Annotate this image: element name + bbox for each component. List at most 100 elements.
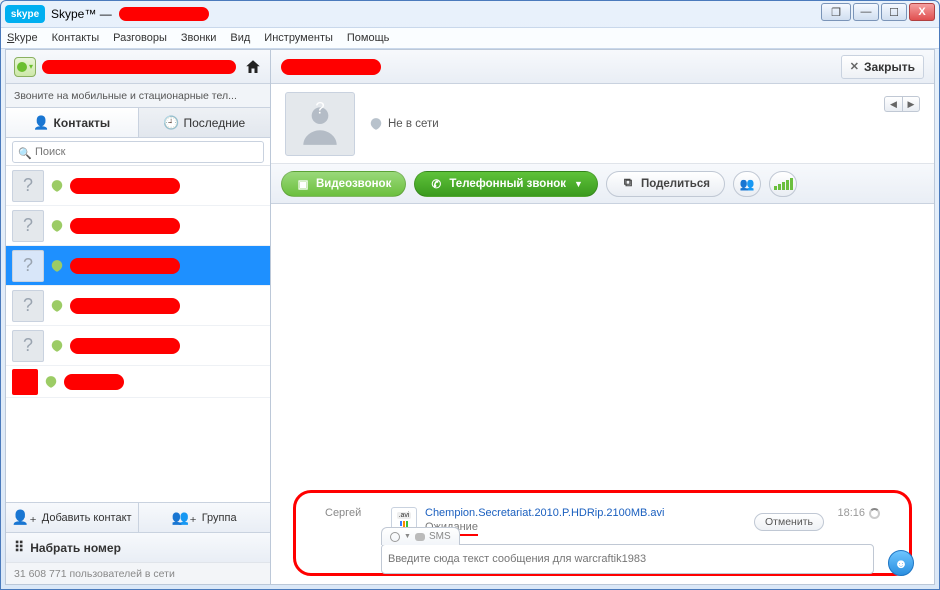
call-toolbar: ▣ Видеозвонок ✆ Телефонный звонок ▼ ⧉ По… bbox=[271, 164, 934, 204]
add-people-button[interactable]: 👥 bbox=[733, 171, 761, 197]
home-icon[interactable] bbox=[244, 58, 262, 76]
promo-banner[interactable]: Звоните на мобильные и стационарные тел.… bbox=[6, 84, 270, 108]
group-icon: 👥 bbox=[740, 177, 755, 191]
menu-help[interactable]: Помощь bbox=[347, 32, 390, 44]
menu-contacts[interactable]: Контакты bbox=[52, 32, 100, 44]
sidebar-tabs: 👤 Контакты 🕘 Последние bbox=[6, 108, 270, 138]
menu-view[interactable]: Вид bbox=[230, 32, 250, 44]
avatar: ? bbox=[12, 290, 44, 322]
app-window: skype Skype™ — ❐ — ☐ X SSkypekype Контак… bbox=[0, 0, 940, 590]
sms-bubble-icon bbox=[415, 533, 425, 541]
avatar: ? bbox=[12, 250, 44, 282]
contact-name-redacted bbox=[70, 298, 180, 314]
status-line: Не в сети bbox=[369, 117, 439, 131]
window-restore-alt-button[interactable]: ❐ bbox=[821, 3, 851, 21]
sidebar-header bbox=[6, 50, 270, 84]
list-item[interactable]: ? bbox=[6, 326, 270, 366]
titlebar: skype Skype™ — ❐ — ☐ X bbox=[1, 1, 939, 27]
presence-icon bbox=[50, 219, 64, 233]
share-button[interactable]: ⧉ Поделиться bbox=[606, 171, 725, 197]
signal-bars-icon bbox=[774, 178, 793, 190]
contact-name-redacted bbox=[70, 338, 180, 354]
video-call-button[interactable]: ▣ Видеозвонок bbox=[281, 171, 406, 197]
dialpad-icon: ⠿ bbox=[14, 539, 24, 556]
contact-name-redacted bbox=[64, 374, 124, 390]
list-item[interactable]: ? bbox=[6, 286, 270, 326]
presence-icon bbox=[50, 339, 64, 353]
window-minimize-button[interactable]: — bbox=[853, 3, 879, 21]
self-name-redacted bbox=[42, 60, 236, 74]
add-contact-button[interactable]: 👤₊ Добавить контакт bbox=[6, 503, 139, 532]
message-input-row: ▼ SMS ☻ bbox=[381, 544, 874, 578]
window-close-button[interactable]: X bbox=[909, 3, 935, 21]
file-info: Chempion.Secretariat.2010.P.HDRip.2100MB… bbox=[425, 507, 754, 536]
tab-contacts[interactable]: 👤 Контакты bbox=[6, 108, 139, 137]
chevron-down-icon: ▼ bbox=[574, 179, 583, 189]
call-quality-button[interactable] bbox=[769, 171, 797, 197]
input-mode-tab[interactable]: ▼ SMS bbox=[381, 527, 460, 545]
conversation-body: Сергей .avi Chempion.Secretariat.2010.P.… bbox=[271, 204, 934, 584]
avatar: ? bbox=[12, 170, 44, 202]
dialpad-button[interactable]: ⠿ Набрать номер bbox=[6, 532, 270, 562]
list-item[interactable]: ? bbox=[6, 166, 270, 206]
clock-icon bbox=[390, 532, 400, 542]
profile-row: ? Не в сети ◀ ▶ bbox=[271, 84, 934, 164]
phone-icon: ✆ bbox=[429, 177, 443, 191]
conversation-panel: Закрыть ? Не в сети ◀ ▶ ▣ bbox=[271, 50, 934, 584]
contacts-list[interactable]: ? ? ? ? bbox=[6, 166, 270, 502]
contact-name-redacted bbox=[70, 218, 180, 234]
list-item[interactable] bbox=[6, 366, 270, 398]
menu-calls[interactable]: Звонки bbox=[181, 32, 217, 44]
contact-avatar: ? bbox=[285, 92, 355, 156]
presence-icon bbox=[50, 179, 64, 193]
presence-icon bbox=[50, 299, 64, 313]
avatar: ? bbox=[12, 330, 44, 362]
message-time: 18:16 bbox=[824, 507, 880, 519]
phone-call-button[interactable]: ✆ Телефонный звонок ▼ bbox=[414, 171, 598, 197]
svg-text:?: ? bbox=[315, 99, 324, 118]
list-item-selected[interactable]: ? bbox=[6, 246, 270, 286]
tab-recent[interactable]: 🕘 Последние bbox=[139, 108, 271, 137]
search-input[interactable] bbox=[12, 141, 264, 163]
history-forward-button[interactable]: ▶ bbox=[902, 96, 920, 112]
search-row: 🔍 bbox=[6, 138, 270, 166]
menubar: SSkypekype Контакты Разговоры Звонки Вид… bbox=[1, 27, 939, 49]
new-group-button[interactable]: 👥₊ Группа bbox=[139, 503, 271, 532]
smiley-icon: ☻ bbox=[894, 556, 908, 571]
history-nav: ◀ ▶ bbox=[884, 96, 920, 112]
history-back-button[interactable]: ◀ bbox=[884, 96, 902, 112]
avatar: ? bbox=[12, 210, 44, 242]
menu-tools[interactable]: Инструменты bbox=[264, 32, 333, 44]
window-title: Skype™ bbox=[51, 7, 96, 21]
file-name[interactable]: Chempion.Secretariat.2010.P.HDRip.2100MB… bbox=[425, 507, 754, 519]
online-users-count: 31 608 771 пользователей в сети bbox=[6, 562, 270, 584]
sidebar-footer-buttons: 👤₊ Добавить контакт 👥₊ Группа bbox=[6, 502, 270, 532]
chevron-down-icon: ▼ bbox=[404, 533, 411, 540]
clock-icon: 🕘 bbox=[163, 115, 179, 131]
list-item[interactable]: ? bbox=[6, 206, 270, 246]
menu-conversations[interactable]: Разговоры bbox=[113, 32, 167, 44]
emoji-button[interactable]: ☻ bbox=[888, 550, 914, 576]
message-input[interactable] bbox=[381, 544, 874, 574]
add-contact-icon: 👤₊ bbox=[12, 509, 37, 526]
close-conversation-button[interactable]: Закрыть bbox=[841, 55, 924, 79]
skype-logo: skype bbox=[5, 5, 45, 23]
contact-name-redacted bbox=[70, 258, 180, 274]
share-icon: ⧉ bbox=[621, 177, 635, 191]
menu-skype[interactable]: SSkypekype bbox=[7, 32, 38, 44]
client-area: Звоните на мобильные и стационарные тел.… bbox=[5, 49, 935, 585]
cancel-transfer-button[interactable]: Отменить bbox=[754, 513, 824, 531]
spinner-icon bbox=[869, 508, 880, 519]
group-icon: 👥₊ bbox=[172, 509, 197, 526]
title-username-redacted bbox=[119, 7, 209, 21]
avatar bbox=[12, 369, 38, 395]
camera-icon: ▣ bbox=[296, 177, 310, 191]
message-sender: Сергей bbox=[325, 507, 391, 519]
conversation-header: Закрыть bbox=[271, 50, 934, 84]
presence-icon bbox=[44, 375, 58, 389]
presence-icon bbox=[50, 259, 64, 273]
presence-offline-icon bbox=[369, 117, 383, 131]
contact-name-redacted bbox=[70, 178, 180, 194]
self-status-button[interactable] bbox=[14, 57, 36, 77]
window-maximize-button[interactable]: ☐ bbox=[881, 3, 907, 21]
